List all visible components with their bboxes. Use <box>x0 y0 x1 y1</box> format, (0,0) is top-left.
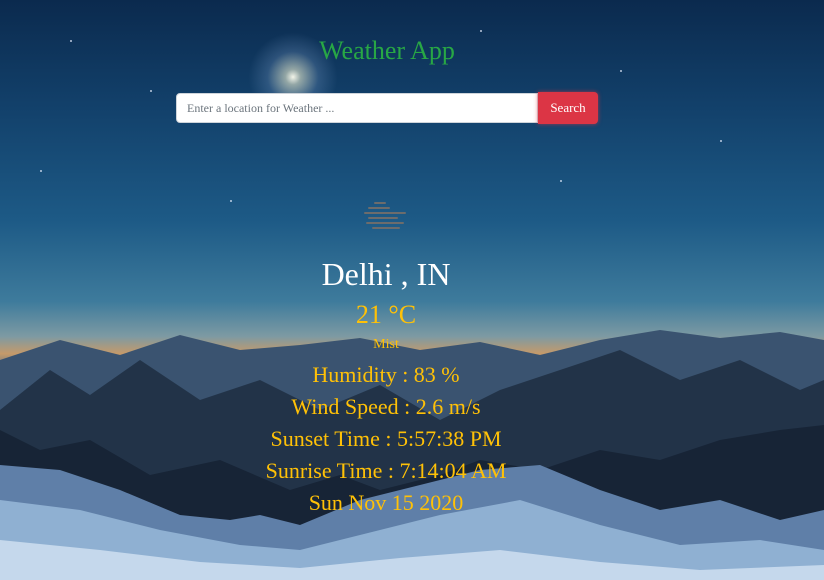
star <box>620 70 622 72</box>
sunrise-time: Sunrise Time : 7:14:04 AM <box>265 458 507 483</box>
wind-speed: Wind Speed : 2.6 m/s <box>291 394 481 419</box>
temperature: 21 °C <box>355 300 417 329</box>
star <box>230 200 232 202</box>
star <box>560 180 562 182</box>
location-name: Delhi , IN <box>321 256 451 292</box>
star <box>720 140 722 142</box>
star <box>40 170 42 172</box>
humidity: Humidity : 83 % <box>312 362 460 387</box>
location-search-input[interactable] <box>176 93 538 123</box>
date: Sun Nov 15 2020 <box>308 490 464 515</box>
app-title: Weather App <box>319 36 455 65</box>
star <box>150 90 152 92</box>
search-bar: Search <box>176 92 598 125</box>
sunset-time: Sunset Time : 5:57:38 PM <box>270 426 502 451</box>
weather-description: Mist <box>373 337 399 352</box>
mist-icon <box>362 200 410 234</box>
star <box>480 30 482 32</box>
search-button[interactable]: Search <box>538 92 598 124</box>
